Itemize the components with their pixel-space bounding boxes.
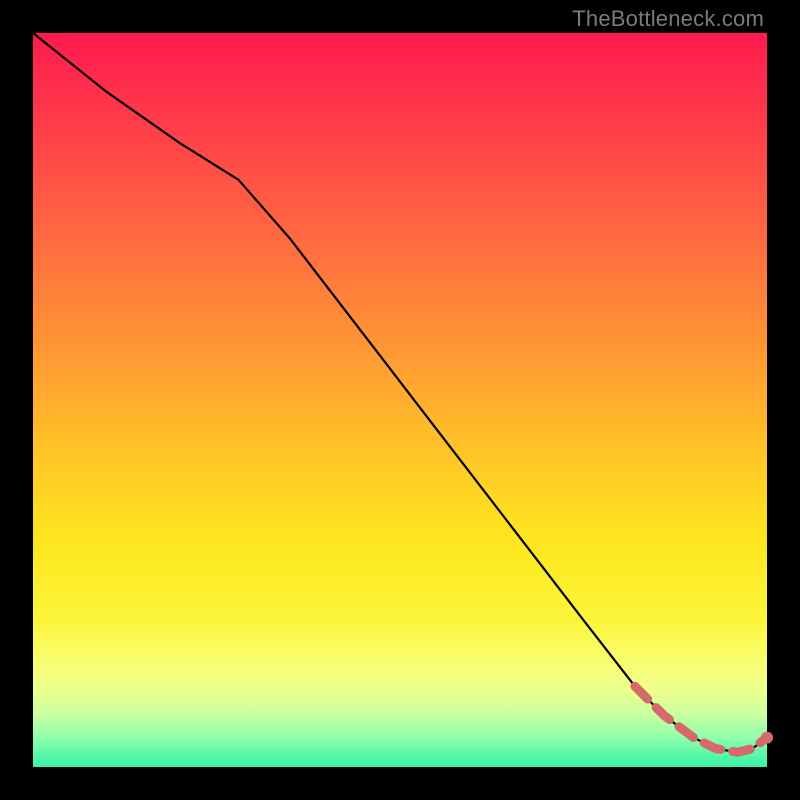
end-dot bbox=[761, 732, 773, 744]
highlight-trail-path bbox=[635, 686, 767, 752]
bottleneck-curve-path bbox=[33, 33, 767, 752]
chart-overlay-svg bbox=[33, 33, 767, 767]
watermark-text: TheBottleneck.com bbox=[572, 6, 764, 32]
chart-frame: TheBottleneck.com bbox=[0, 0, 800, 800]
